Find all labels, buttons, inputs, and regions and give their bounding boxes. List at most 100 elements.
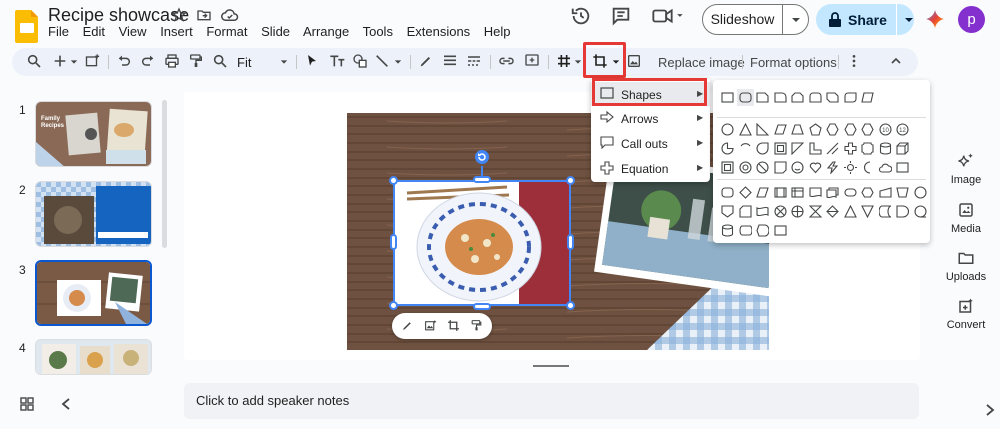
share-label[interactable]: Share [848, 12, 890, 28]
slide-thumbnail-1[interactable]: Family Recipes [35, 101, 152, 167]
new-slide-layout-icon[interactable] [84, 53, 102, 71]
shape-option-moon-icon[interactable] [861, 161, 874, 174]
cloud-saved-icon[interactable] [221, 7, 239, 25]
shape-option-hept-icon[interactable] [843, 123, 857, 136]
shape-option-noSym-icon[interactable] [756, 161, 769, 174]
border-weight-icon[interactable] [442, 53, 460, 71]
slide-thumbnail-2[interactable] [35, 181, 152, 247]
print-icon[interactable] [164, 53, 182, 71]
chevron-down-icon[interactable] [783, 15, 808, 25]
line-icon[interactable] [374, 53, 392, 71]
slideshow-label[interactable]: Slideshow [703, 5, 783, 34]
shape-option-diag-icon[interactable] [826, 142, 839, 155]
zoom-icon[interactable] [212, 53, 230, 71]
menu-help[interactable]: Help [484, 24, 511, 39]
shape-option-tear-icon[interactable] [756, 142, 769, 155]
slide-thumbnail-4[interactable] [35, 339, 152, 375]
resize-handle[interactable] [389, 301, 398, 310]
menu-item-equation[interactable]: Equation ▶ [591, 156, 710, 180]
menu-tools[interactable]: Tools [363, 24, 393, 39]
undo-icon[interactable] [116, 53, 134, 71]
shape-option-snip2-icon[interactable] [791, 91, 804, 104]
shape-option-cube-icon[interactable] [896, 142, 909, 155]
menu-arrange[interactable]: Arrange [303, 24, 349, 39]
shape-option-snip1-icon[interactable] [756, 91, 769, 104]
move-to-folder-icon[interactable] [196, 7, 214, 25]
select-cursor-icon[interactable] [304, 53, 322, 71]
shape-option-extract-icon[interactable] [843, 205, 857, 218]
slides-logo[interactable] [14, 8, 40, 44]
search-menus-icon[interactable] [26, 53, 44, 71]
zoom-select[interactable]: Fit [237, 55, 251, 70]
shape-option-doc-icon[interactable] [808, 186, 822, 199]
shape-option-hex-icon[interactable] [826, 123, 839, 136]
shape-option-rect-icon[interactable] [721, 91, 734, 104]
selection-frame[interactable] [393, 180, 571, 306]
shape-option-offpage-icon[interactable] [721, 205, 734, 218]
shape-option-pent-icon[interactable] [808, 123, 822, 136]
shape-option-sun-icon[interactable] [843, 161, 857, 174]
shape-option-rrect-icon[interactable] [736, 89, 754, 106]
shape-option-rtri-icon[interactable] [756, 123, 769, 136]
filmstrip-scrollbar[interactable] [162, 100, 167, 248]
resize-handle[interactable] [390, 234, 397, 250]
slide-thumbnail-3[interactable] [35, 260, 152, 326]
shape-option-round3-icon[interactable] [843, 91, 857, 104]
replace-image-button[interactable]: Replace image [658, 55, 745, 70]
shape-option-delay-icon[interactable] [896, 205, 909, 218]
new-slide-icon[interactable] [52, 53, 70, 71]
menu-insert[interactable]: Insert [160, 24, 193, 39]
shape-option-direct-icon[interactable] [738, 224, 752, 237]
comments-icon[interactable] [610, 5, 640, 35]
shape-option-oct-icon[interactable] [861, 123, 874, 136]
shape-option-smile-icon[interactable] [791, 161, 804, 174]
side-image-button[interactable]: Image [944, 152, 988, 186]
avatar[interactable]: p [958, 6, 985, 33]
side-media-button[interactable]: Media [944, 201, 988, 235]
shape-option-plaque-icon[interactable] [861, 142, 874, 155]
shape-option-para-icon[interactable] [756, 186, 769, 199]
menu-file[interactable]: File [48, 24, 69, 39]
image-sparkle-icon[interactable] [424, 319, 437, 332]
shape-option-bolt-icon[interactable] [826, 161, 839, 174]
shape-option-round1-icon[interactable] [773, 91, 787, 104]
grid-view-icon[interactable] [20, 397, 34, 411]
resize-handle[interactable] [566, 301, 575, 310]
resize-handle[interactable] [473, 303, 491, 310]
side-uploads-button[interactable]: Uploads [944, 249, 988, 283]
share-button[interactable]: Share [816, 4, 914, 35]
text-box-icon[interactable] [328, 53, 346, 71]
shape-option-display-icon[interactable] [756, 224, 769, 237]
shape-icon[interactable] [352, 53, 370, 71]
border-dash-icon[interactable] [466, 53, 484, 71]
shape-option-pie-icon[interactable] [721, 142, 734, 155]
shape-option-card-icon[interactable] [738, 205, 752, 218]
resize-handle[interactable] [567, 234, 574, 250]
shape-option-tri-icon[interactable] [738, 123, 752, 136]
shape-option-can-icon[interactable] [879, 142, 892, 155]
shape-option-manIn-icon[interactable] [878, 186, 892, 199]
grid-icon[interactable] [556, 53, 574, 71]
shape-option-donut-icon[interactable] [738, 161, 752, 174]
resize-handle[interactable] [566, 176, 575, 185]
shape-option-arc-icon[interactable] [739, 142, 752, 155]
shape-option-circle-icon[interactable] [913, 186, 927, 199]
shape-option-half-icon[interactable] [791, 142, 804, 155]
redo-icon[interactable] [140, 53, 158, 71]
menu-edit[interactable]: Edit [83, 24, 105, 39]
shape-option-corner-icon[interactable] [808, 142, 822, 155]
collapse-filmstrip-icon[interactable] [60, 397, 72, 411]
shape-option-snip3-icon[interactable] [826, 91, 839, 104]
shape-option-dodec-icon[interactable]: 12 [896, 123, 909, 136]
menu-format[interactable]: Format [206, 24, 247, 39]
menu-slide[interactable]: Slide [261, 24, 290, 39]
format-options-button[interactable]: Format options [750, 55, 837, 70]
menu-item-callouts[interactable]: Call outs ▶ [591, 131, 710, 155]
shape-option-store-icon[interactable] [791, 186, 804, 199]
menu-view[interactable]: View [119, 24, 147, 39]
shape-option-prep-icon[interactable] [861, 186, 874, 199]
slideshow-button[interactable]: Slideshow [702, 4, 809, 35]
shape-option-para-icon[interactable] [773, 123, 787, 136]
shape-option-dec-icon[interactable]: 10 [878, 123, 892, 136]
menu-item-arrows[interactable]: Arrows ▶ [591, 106, 710, 130]
